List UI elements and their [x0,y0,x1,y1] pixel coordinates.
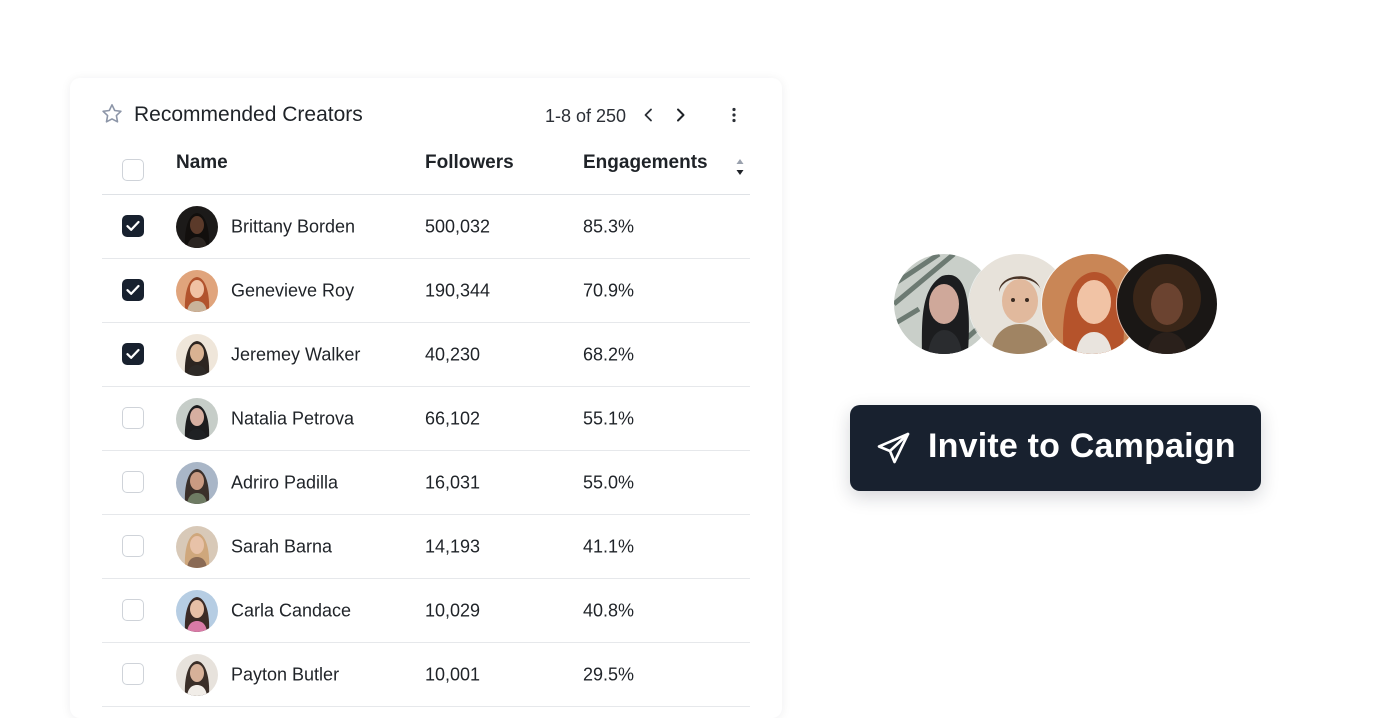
creator-engagements: 55.1% [583,408,635,428]
invite-button-label: Invite to Campaign [928,427,1236,465]
chevron-left-icon [644,108,652,122]
avatar [176,525,218,568]
creator-engagements: 40.8% [583,600,635,620]
column-header-followers[interactable]: Followers [425,152,514,174]
creator-engagements: 85.3% [583,216,635,236]
row-checkbox[interactable] [122,342,144,365]
avatar [176,461,218,504]
table-row[interactable]: Natalia Petrova 66,102 55.1% [102,387,750,451]
sort-icon[interactable] [734,156,746,178]
creator-name[interactable]: Jeremey Walker [231,344,360,365]
row-checkbox[interactable] [122,470,144,493]
creator-engagements: 70.9% [583,280,635,300]
row-checkbox[interactable] [122,598,144,621]
check-icon [126,220,140,231]
chevron-right-icon [677,108,685,122]
avatar [176,269,218,312]
table-row[interactable]: Jeremey Walker 40,230 68.2% [102,323,750,387]
selected-creator-avatar [1117,254,1217,354]
next-page-button[interactable] [668,103,692,127]
table-row[interactable]: Sarah Barna 14,193 41.1% [102,515,750,579]
creator-followers: 10,029 [425,600,481,620]
table-row[interactable]: Adriro Padilla 16,031 55.0% [102,451,750,515]
creator-engagements: 41.1% [583,536,635,556]
table-row[interactable]: Carla Candace 10,029 40.8% [102,579,750,643]
check-icon [126,284,140,295]
creator-engagements: 29.5% [583,664,635,684]
column-header-engagements[interactable]: Engagements [583,152,708,174]
creator-followers: 40,230 [425,344,481,364]
creator-followers: 16,031 [425,472,481,492]
avatar [176,653,218,696]
previous-page-button[interactable] [637,103,661,127]
selected-creators-avatar-stack [894,254,1224,356]
creator-name[interactable]: Genevieve Roy [231,280,354,301]
send-icon [877,432,910,464]
table-header-row: Name Followers Engagements [102,140,750,195]
more-vertical-icon [732,107,736,123]
card-header: Recommended Creators 1-8 of 250 [100,100,752,132]
creator-followers: 190,344 [425,280,491,300]
avatar [176,333,218,376]
row-checkbox[interactable] [122,662,144,685]
invite-to-campaign-button[interactable]: Invite to Campaign [850,405,1261,491]
creator-name[interactable]: Adriro Padilla [231,472,338,493]
creator-name[interactable]: Brittany Borden [231,216,355,237]
avatar [176,589,218,632]
creator-followers: 10,001 [425,664,481,684]
star-icon[interactable] [100,102,124,126]
column-header-name[interactable]: Name [176,152,228,174]
check-icon [126,348,140,359]
creator-name[interactable]: Natalia Petrova [231,408,354,429]
row-checkbox[interactable] [122,278,144,301]
creator-name[interactable]: Carla Candace [231,600,351,621]
row-checkbox[interactable] [122,406,144,429]
creators-table: Name Followers Engagements Brittany Bord… [102,140,750,707]
select-all-checkbox[interactable] [122,159,144,181]
creator-followers: 500,032 [425,216,491,236]
recommended-creators-card: Recommended Creators 1-8 of 250 Name Fol… [70,78,782,718]
table-row[interactable]: Genevieve Roy 190,344 70.9% [102,259,750,323]
table-row[interactable]: Payton Butler 10,001 29.5% [102,643,750,707]
creator-engagements: 68.2% [583,344,635,364]
creator-name[interactable]: Payton Butler [231,664,339,685]
more-options-button[interactable] [722,103,746,127]
card-title: Recommended Creators [134,103,363,126]
creator-followers: 14,193 [425,536,481,556]
creator-engagements: 55.0% [583,472,635,492]
avatar [176,205,218,248]
creator-followers: 66,102 [425,408,481,428]
pagination-range: 1-8 of 250 [545,106,627,126]
row-checkbox[interactable] [122,534,144,557]
creator-name[interactable]: Sarah Barna [231,536,332,557]
row-checkbox[interactable] [122,214,144,237]
avatar [176,397,218,440]
table-row[interactable]: Brittany Borden 500,032 85.3% [102,195,750,259]
